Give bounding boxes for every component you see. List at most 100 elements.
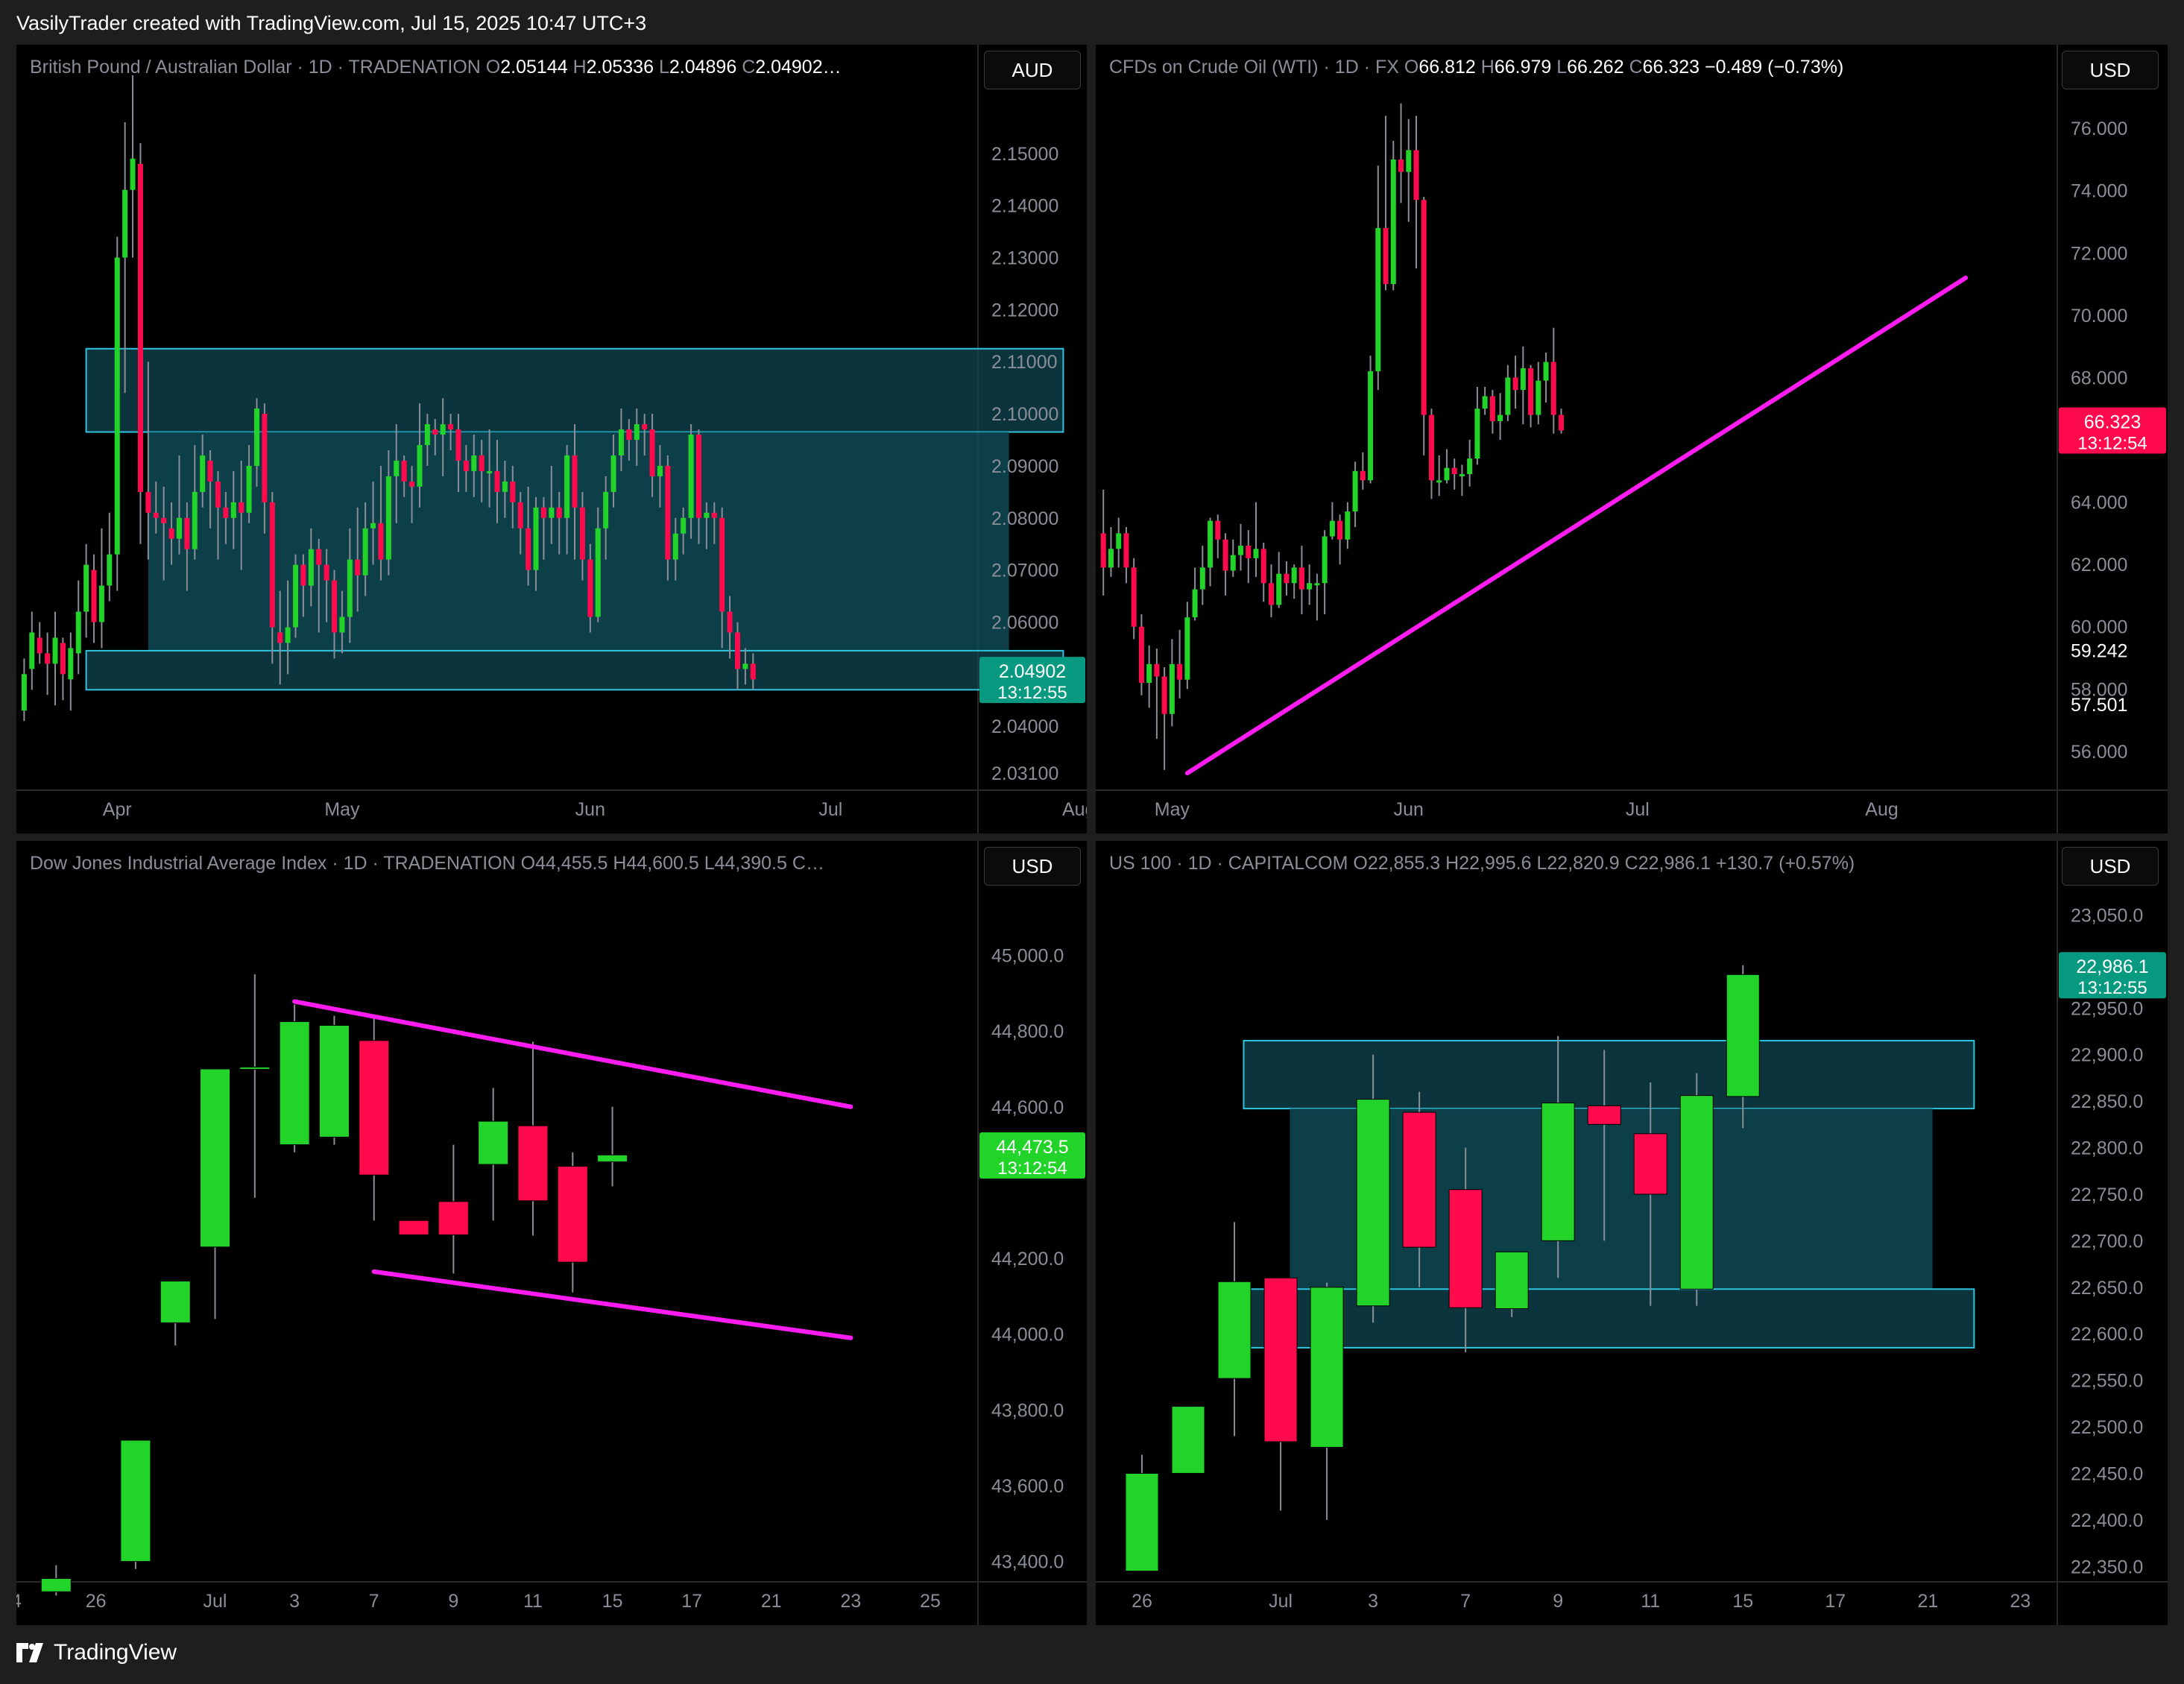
candle-up	[385, 476, 391, 560]
candle-up	[1345, 511, 1351, 540]
dowjones-plot[interactable]: 45,000.0 44,800.0 44,600.0 44,200.0 44,000.0…	[16, 841, 1087, 1625]
candle-down	[1428, 414, 1434, 481]
candle-down	[37, 637, 42, 654]
candle-up	[160, 1281, 191, 1323]
y-tick-label: 43,800.0	[991, 1400, 1064, 1421]
candle-down	[587, 559, 593, 617]
candle-up	[200, 1068, 231, 1248]
candle-up	[672, 533, 678, 560]
legend-close: 66.323	[1642, 57, 1700, 78]
y-tick-label: 22,400.0	[2071, 1510, 2143, 1531]
candle-up	[1459, 473, 1465, 476]
legend-symbol: CFDs on Crude Oil (WTI) · 1D · FX	[1109, 57, 1399, 78]
candle-up	[1543, 362, 1549, 381]
x-tick-label: May	[1155, 799, 1190, 820]
candle-down	[719, 517, 725, 612]
x-tick-label: Jul	[203, 1591, 227, 1612]
tradingview-logo[interactable]: TradingView	[16, 1640, 177, 1665]
x-tick-label: Jul	[1269, 1591, 1293, 1612]
range-zone	[1243, 1039, 1975, 1110]
dowjones-legend: Dow Jones Industrial Average Index · 1D …	[30, 853, 824, 874]
chart-panel-gbpaud[interactable]: 2.15000 2.14000 2.13000 2.12000 2.11000 2.100…	[16, 45, 1087, 833]
candle-down	[540, 507, 546, 518]
candle-down	[1550, 362, 1556, 415]
candle-up	[440, 424, 446, 435]
candle-down	[137, 163, 143, 492]
currency-selector[interactable]: USD	[2062, 847, 2159, 886]
x-tick-label: 7	[369, 1591, 379, 1612]
legend-low: 44,390.5	[714, 853, 787, 874]
price-mark-label: 59.242	[2071, 640, 2127, 661]
x-tick-label: 9	[448, 1591, 458, 1612]
candle-up	[98, 585, 104, 622]
tradingview-brand: TradingView	[54, 1640, 177, 1665]
us100-plot[interactable]: 23,050.023,000.022,950.022,900.022,850.0…	[1096, 841, 2168, 1625]
candle-down	[277, 632, 283, 643]
range-zone	[85, 347, 1064, 433]
candle-down	[1284, 573, 1290, 584]
candle-up	[1474, 409, 1480, 459]
top-bar: VasilyTrader created with TradingView.co…	[0, 0, 2184, 49]
x-tick-label: 21	[761, 1591, 782, 1612]
candle-up	[68, 648, 74, 680]
candle-up	[657, 465, 663, 476]
candle-down	[168, 528, 174, 539]
currency-selector[interactable]: USD	[2062, 51, 2159, 89]
candle-up	[114, 257, 120, 555]
trend-line	[371, 1269, 853, 1340]
x-tick-label: Apr	[103, 799, 132, 820]
candle-up	[1368, 371, 1374, 481]
candle-down	[727, 611, 733, 633]
currency-selector[interactable]: AUD	[984, 51, 1081, 89]
legend-open: 22,855.3	[1367, 853, 1441, 874]
y-tick-label: 2.10000	[991, 404, 1058, 425]
wti-plot[interactable]: 76.000 74.000 72.000 70.000 68.000 64.000 62.0…	[1096, 45, 2168, 833]
candle-up	[1238, 546, 1244, 555]
candle-up	[1253, 549, 1259, 558]
candle-down	[1154, 663, 1160, 677]
candle-down	[153, 512, 159, 518]
candle-up	[1482, 396, 1488, 409]
candle-up	[122, 189, 128, 258]
bar-countdown: 13:12:54	[997, 1158, 1067, 1179]
chart-panel-dowjones[interactable]: 45,000.0 44,800.0 44,600.0 44,200.0 44,000.0…	[16, 841, 1087, 1625]
currency-selector[interactable]: USD	[984, 847, 1081, 886]
chart-panel-wti[interactable]: 76.000 74.000 72.000 70.000 68.000 64.000 62.0…	[1096, 45, 2168, 833]
candle-up	[1444, 467, 1450, 481]
candle-down	[1360, 470, 1366, 481]
candle-down	[1268, 583, 1274, 605]
legend-open: 66.812	[1418, 57, 1476, 78]
candle-down	[355, 559, 361, 575]
candle-up	[1276, 573, 1282, 605]
candle-down	[517, 502, 523, 529]
candle-down	[432, 429, 438, 435]
gbpaud-plot[interactable]: 2.15000 2.14000 2.13000 2.12000 2.11000 2.100…	[16, 45, 1087, 833]
candle-up	[1505, 377, 1511, 415]
candle-down	[378, 523, 384, 560]
candle-down	[1263, 1277, 1298, 1442]
candle-up	[394, 460, 400, 476]
candle-up	[246, 465, 252, 513]
candle-up	[1536, 380, 1541, 415]
y-tick-label: 2.06000	[991, 612, 1058, 633]
legend-symbol: US 100 · 1D · CAPITALCOM	[1109, 853, 1348, 874]
chart-panel-us100[interactable]: 23,050.023,000.022,950.022,900.022,850.0…	[1096, 841, 2168, 1625]
candle-down	[223, 507, 229, 518]
us100-legend: US 100 · 1D · CAPITALCOM O22,855.3 H22,9…	[1109, 853, 1855, 874]
y-tick-label: 43,600.0	[991, 1476, 1064, 1497]
range-zone	[148, 432, 1009, 651]
candle-down	[1260, 549, 1266, 584]
y-tick-label: 22,350.0	[2071, 1557, 2143, 1577]
candle-up	[362, 528, 368, 575]
candle-up	[347, 559, 353, 617]
legend-high: 44,600.5	[626, 853, 699, 874]
legend-open: 2.05144	[500, 57, 568, 78]
legend-close: 22,986.1	[1638, 853, 1711, 874]
candle-down	[1448, 1189, 1483, 1308]
legend-open: 44,455.5	[535, 853, 608, 874]
candle-up	[502, 481, 508, 492]
y-tick-label: 70.000	[2071, 306, 2127, 327]
candle-down	[626, 429, 632, 440]
x-tick-label: 15	[1732, 1591, 1753, 1612]
trend-line	[1184, 275, 1969, 776]
